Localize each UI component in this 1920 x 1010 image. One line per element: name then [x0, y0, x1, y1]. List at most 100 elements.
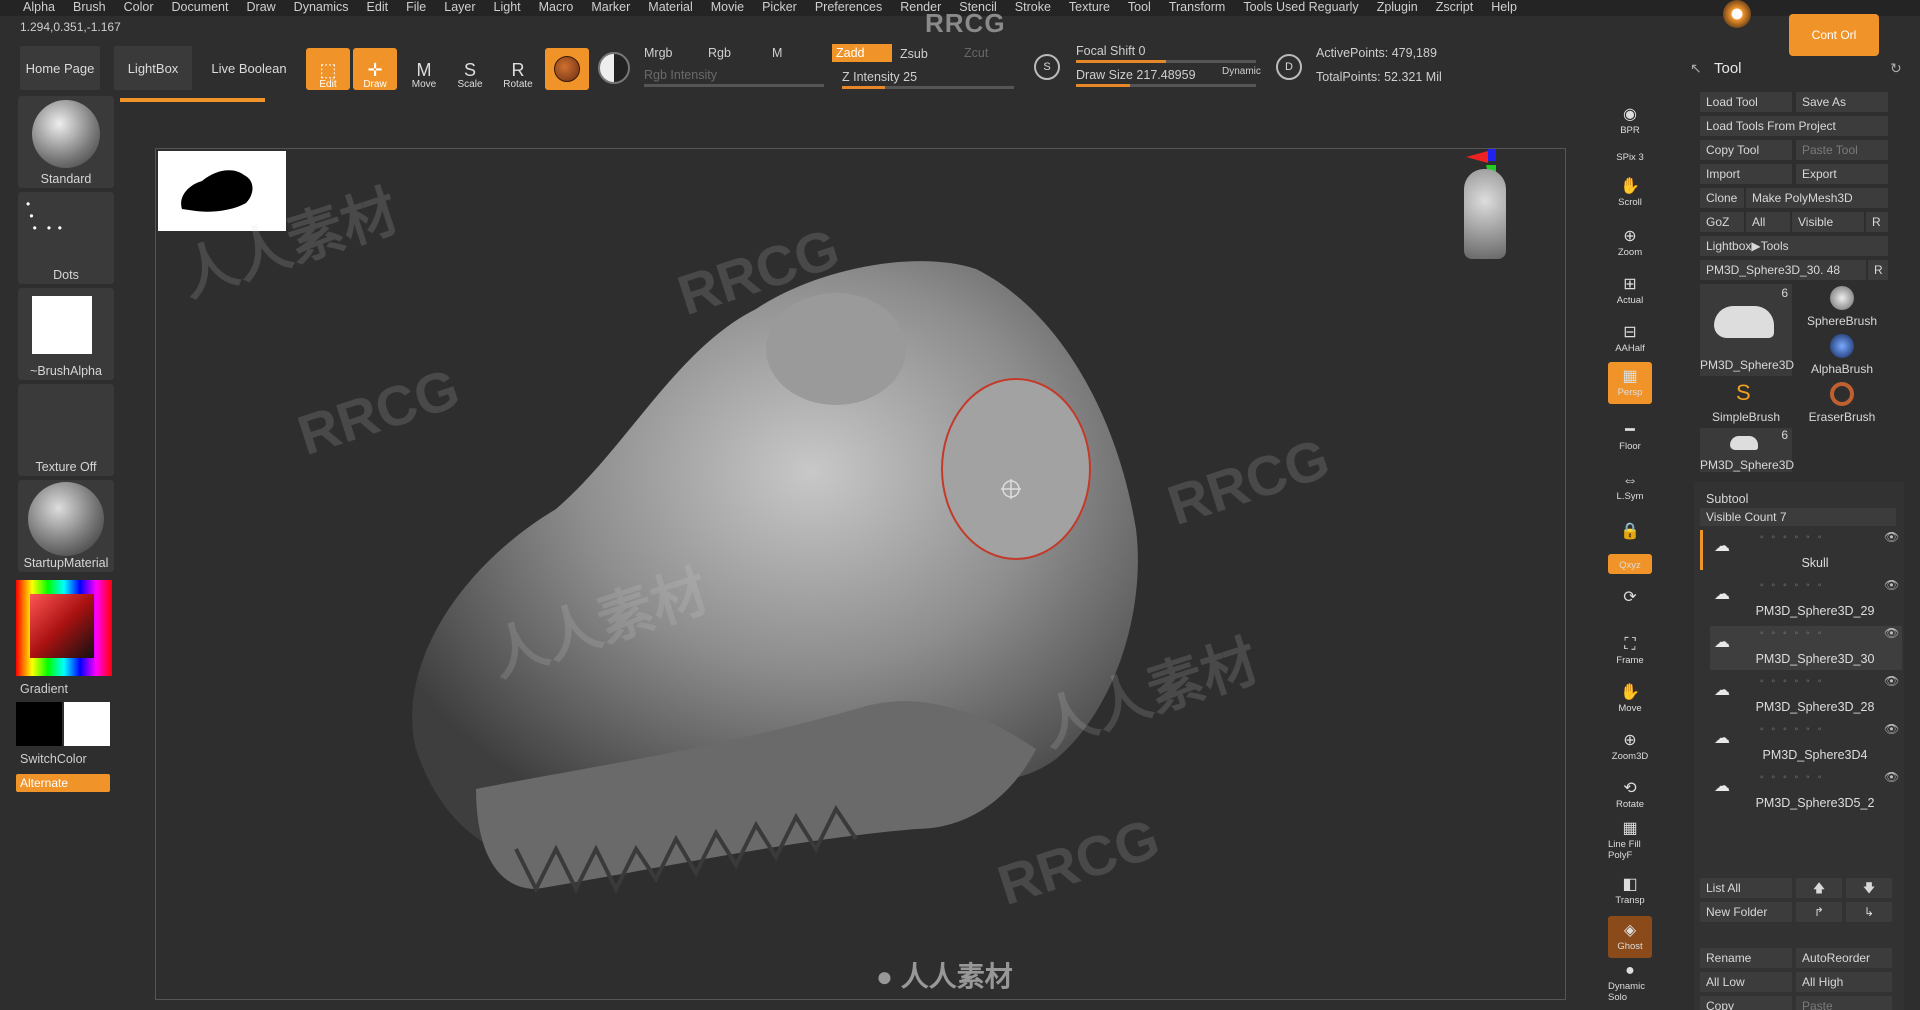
tool-tile[interactable]: EraserBrush — [1796, 380, 1888, 424]
export-button[interactable]: Export — [1796, 164, 1888, 184]
clone-button[interactable]: Clone — [1700, 188, 1744, 208]
move-button[interactable]: ✋ Move — [1608, 678, 1652, 720]
draw-size-slider[interactable]: Draw Size 217.48959 — [1076, 68, 1196, 82]
make-polymesh-button[interactable]: Make PolyMesh3D — [1746, 188, 1888, 208]
primary-color-swatch[interactable] — [16, 702, 62, 746]
rename-button[interactable]: Rename — [1700, 948, 1792, 968]
bpr-button[interactable]: ◉ BPR — [1608, 100, 1652, 142]
dynamic-toggle[interactable]: Dynamic — [1222, 66, 1261, 77]
visibility-eye-icon[interactable]: 👁 — [1884, 626, 1899, 640]
head-orientation-icon[interactable] — [1464, 169, 1506, 259]
menu-item[interactable]: Tool — [1119, 0, 1160, 16]
actual-button[interactable]: ⊞ Actual — [1608, 270, 1652, 312]
subtool-item[interactable]: ☁ ◦◦◦◦◦◦ PM3D_Sphere3D5_2 👁 — [1710, 770, 1902, 814]
save-as-button[interactable]: Save As — [1796, 92, 1888, 112]
menu-item[interactable]: File — [397, 0, 435, 16]
tool-tile[interactable]: S SimpleBrush — [1700, 380, 1792, 424]
m-toggle[interactable]: M — [772, 46, 782, 60]
zcut-toggle[interactable]: Zcut — [964, 46, 988, 60]
zsub-toggle[interactable]: Zsub — [900, 47, 928, 61]
menu-item[interactable]: Stroke — [1006, 0, 1060, 16]
menu-item[interactable]: Edit — [358, 0, 398, 16]
folder-move-down-button[interactable]: ↳ — [1846, 902, 1892, 922]
light-icon[interactable] — [1723, 0, 1751, 28]
menu-item[interactable]: Texture — [1060, 0, 1119, 16]
zadd-toggle[interactable]: Zadd — [832, 44, 892, 62]
visibility-eye-icon[interactable]: 👁 — [1884, 722, 1899, 736]
goz-all-button[interactable]: All — [1746, 212, 1790, 232]
paste-tool-button[interactable]: Paste Tool — [1796, 140, 1888, 160]
qxyz-button[interactable]: Qxyz — [1608, 554, 1652, 574]
switchcolor-button[interactable]: SwitchColor — [20, 752, 87, 766]
frame-button[interactable]: ⛶ Frame — [1608, 630, 1652, 672]
move-mode-button[interactable]: M Move — [402, 48, 446, 90]
menu-item[interactable]: Color — [115, 0, 163, 16]
zoom3d-button[interactable]: ⊕ Zoom3D — [1608, 726, 1652, 768]
menu-item[interactable]: Tools Used Reguarly — [1234, 0, 1367, 16]
paste-button[interactable]: Paste — [1796, 996, 1892, 1010]
menu-item[interactable]: Alpha — [14, 0, 64, 16]
dynamic-icon[interactable]: D — [1276, 54, 1302, 80]
all-high-button[interactable]: All High — [1796, 972, 1892, 992]
visibility-eye-icon[interactable]: 👁 — [1884, 578, 1899, 592]
import-button[interactable]: Import — [1700, 164, 1792, 184]
current-tool-r-button[interactable]: R — [1868, 260, 1888, 280]
canvas-viewport[interactable]: RRCG RRCG RRCG RRCG 人人素材 人人素材 人人素材 ● 人人素… — [155, 148, 1566, 1000]
focal-shift-icon[interactable]: S — [1034, 54, 1060, 80]
load-from-project-button[interactable]: Load Tools From Project — [1700, 116, 1888, 136]
menu-item[interactable]: Layer — [435, 0, 484, 16]
subtool-item[interactable]: ☁ ◦◦◦◦◦◦ PM3D_Sphere3D_29 👁 — [1710, 578, 1902, 622]
subtool-title[interactable]: Subtool — [1706, 492, 1748, 506]
new-folder-button[interactable]: New Folder — [1700, 902, 1792, 922]
menu-item[interactable]: Preferences — [806, 0, 891, 16]
visibility-eye-icon[interactable]: 👁 — [1884, 674, 1899, 688]
tool-refresh-icon[interactable]: ↻ — [1890, 60, 1902, 77]
lsym-button[interactable]: ⇔ L.Sym — [1608, 466, 1652, 508]
texture-button[interactable]: Texture Off — [18, 384, 114, 476]
subtool-item[interactable]: ☁ ◦◦◦◦◦◦ PM3D_Sphere3D4 👁 — [1710, 722, 1902, 766]
menu-item[interactable]: Marker — [582, 0, 639, 16]
secondary-color-swatch[interactable] — [64, 702, 110, 746]
tool-tile[interactable]: 6 PM3D_Sphere3D — [1700, 284, 1794, 376]
all-low-button[interactable]: All Low — [1700, 972, 1792, 992]
menu-item[interactable]: Transform — [1160, 0, 1235, 16]
draw-mode-button[interactable]: ✛ Draw — [353, 48, 397, 90]
lightbox-button[interactable]: LightBox — [114, 46, 192, 90]
copy-tool-button[interactable]: Copy Tool — [1700, 140, 1792, 160]
color-picker[interactable] — [16, 580, 112, 676]
move-down-button[interactable]: 🡇 — [1846, 878, 1892, 898]
alternate-button[interactable]: Alternate — [16, 774, 110, 792]
menu-item[interactable]: Brush — [64, 0, 115, 16]
current-tool-slider[interactable]: PM3D_Sphere3D_30. 48 — [1700, 260, 1866, 280]
autoreorder-button[interactable]: AutoReorder — [1796, 948, 1892, 968]
material-button[interactable]: StartupMaterial — [18, 480, 114, 572]
gradient-label[interactable]: Gradient — [20, 682, 68, 696]
mrgb-toggle[interactable]: Mrgb — [644, 46, 672, 60]
scale-mode-button[interactable]: S Scale — [448, 48, 492, 90]
visibility-eye-icon[interactable]: 👁 — [1884, 530, 1899, 544]
folder-move-up-button[interactable]: ↱ — [1796, 902, 1842, 922]
visible-count-slider[interactable]: Visible Count 7 — [1700, 508, 1896, 526]
goz-r-button[interactable]: R — [1866, 212, 1888, 232]
lightbox-tools-button[interactable]: Lightbox▶Tools — [1700, 236, 1888, 256]
brush-standard-button[interactable]: Standard — [18, 96, 114, 188]
visibility-eye-icon[interactable]: 👁 — [1884, 770, 1899, 784]
focal-shift-slider[interactable]: Focal Shift 0 — [1076, 44, 1145, 58]
brush-alpha-button[interactable]: ~BrushAlpha — [18, 288, 114, 380]
lock-button[interactable]: 🔒 — [1608, 512, 1652, 554]
menu-item[interactable]: Zscript — [1427, 0, 1483, 16]
rotate-button[interactable]: ⟲ Rotate — [1608, 774, 1652, 816]
menu-item[interactable]: Document — [163, 0, 238, 16]
color-picker-square[interactable] — [30, 594, 94, 658]
scroll-button[interactable]: ✋ Scroll — [1608, 172, 1652, 214]
live-boolean-button[interactable]: Live Boolean — [204, 46, 294, 90]
rotate-axis-button[interactable]: ⟳ — [1608, 578, 1652, 620]
subtool-item[interactable]: ☁ ◦◦◦◦◦◦ PM3D_Sphere3D_28 👁 — [1710, 674, 1902, 718]
zoom-button[interactable]: ⊕ Zoom — [1608, 222, 1652, 264]
transp-button[interactable]: ◧ Transp — [1608, 870, 1652, 912]
tool-pin-icon[interactable]: ↖ — [1690, 60, 1702, 77]
menu-item[interactable]: Dynamics — [285, 0, 358, 16]
copy-button[interactable]: Copy — [1700, 996, 1792, 1010]
tool-tile[interactable]: AlphaBrush — [1796, 332, 1888, 376]
tool-tile[interactable]: 6 PM3D_Sphere3D — [1700, 428, 1794, 472]
